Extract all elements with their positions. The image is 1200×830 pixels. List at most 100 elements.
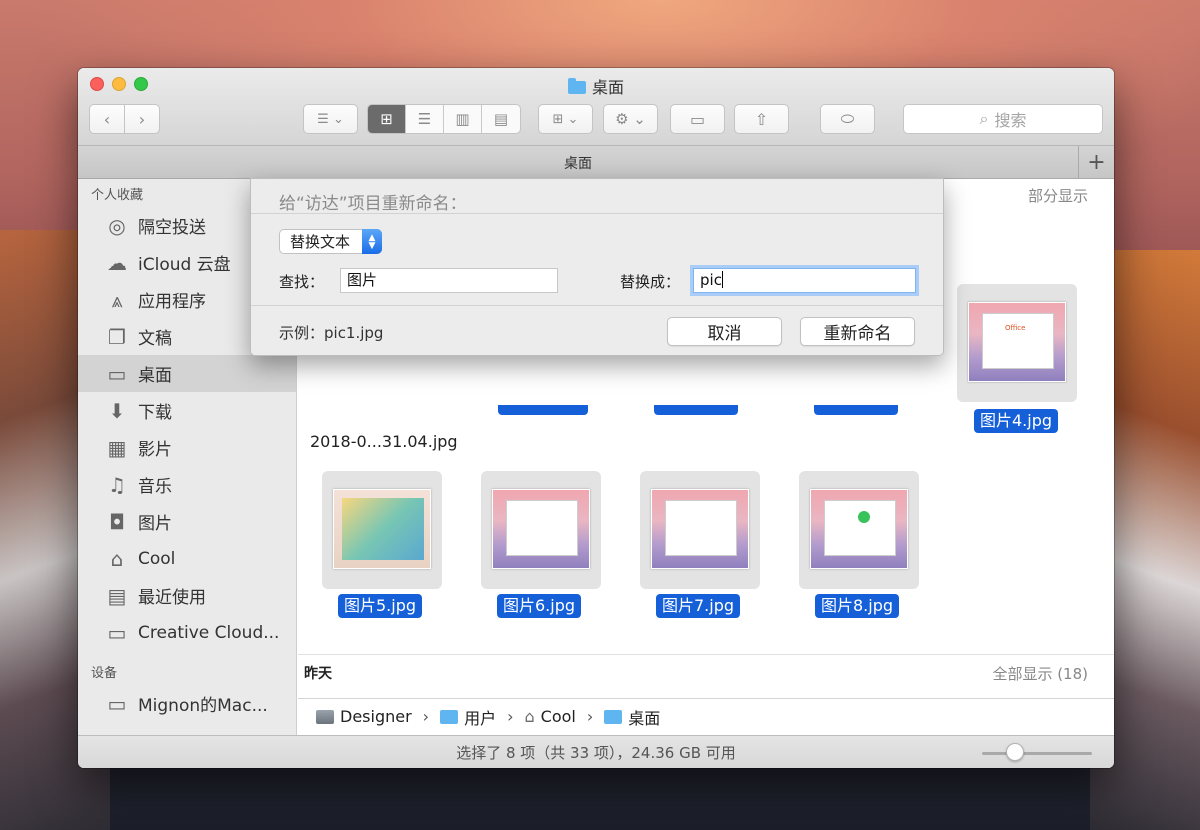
sidebar-item-mac[interactable]: ▭ Mignon的Mac... — [78, 685, 296, 722]
sidebar-item-desktop[interactable]: ▭ 桌面 — [78, 355, 296, 392]
file-label: 2018-0...31.04.jpg — [310, 432, 458, 451]
sidebar-item-label: 图片 — [138, 514, 172, 534]
tag-icon: ⬭ — [840, 109, 855, 128]
status-text: 选择了 8 项（共 33 项），24.36 GB 可用 — [456, 743, 736, 762]
gallery-view-button[interactable]: ▤ — [482, 105, 520, 133]
file-label[interactable]: 图片7.jpg — [656, 594, 741, 618]
sidebar-devices-header: 设备 — [91, 666, 118, 681]
file-preview-image — [810, 489, 908, 569]
sidebar-item-recents[interactable]: ▤ 最近使用 — [78, 577, 296, 614]
file-preview-image: Office — [968, 302, 1066, 382]
icon-size-slider[interactable] — [982, 752, 1092, 755]
replace-label: 替换成： — [620, 273, 681, 291]
path-item-cool[interactable]: ⌂ Cool — [525, 707, 576, 726]
rename-sheet: 给“访达”项目重新命名： 替换文本 ▲ ▼ 查找： 图片 替换成： pic 示例：… — [250, 178, 944, 356]
arrange-button[interactable]: ☰ ⌄ — [303, 104, 358, 134]
list-view-button[interactable]: ☰ — [406, 105, 444, 133]
rename-button[interactable]: 重新命名 — [800, 317, 915, 346]
sidebar-item-downloads[interactable]: ⬇ 下载 — [78, 392, 296, 429]
search-placeholder: 搜索 — [994, 111, 1027, 130]
file-thumbnail[interactable] — [799, 471, 919, 589]
column-view-button[interactable]: ▥ — [444, 105, 482, 133]
status-bar: 选择了 8 项（共 33 项），24.36 GB 可用 — [78, 735, 1114, 768]
preview-window — [342, 498, 424, 560]
back-icon: ‹ — [103, 109, 111, 129]
download-icon: ⬇ — [108, 398, 126, 423]
show-all-link[interactable]: 全部显示 (18) — [992, 663, 1088, 684]
sheet-divider — [251, 305, 943, 306]
file-label[interactable]: 图片6.jpg — [497, 594, 582, 618]
grid-group-icon: ⊞ ⌄ — [552, 111, 579, 127]
back-button[interactable]: ‹ — [89, 104, 125, 134]
folder-icon — [567, 78, 586, 94]
file-preview-image — [333, 489, 431, 569]
path-separator: › — [507, 707, 514, 726]
office-logo: Office — [1005, 324, 1026, 332]
file-label[interactable]: 图片5.jpg — [338, 594, 423, 618]
sidebar-item-label: Cool — [138, 548, 176, 569]
window-title: 桌面 — [78, 74, 1114, 98]
preview-window — [665, 500, 737, 556]
sidebar-item-creative-cloud[interactable]: ▭ Creative Cloud... — [78, 614, 296, 651]
view-mode-segmented: ⊞ ☰ ▥ ▤ — [367, 104, 521, 134]
folder-icon — [440, 709, 459, 724]
preview-window: Office — [982, 313, 1054, 369]
rename-example: 示例：pic1.jpg — [279, 324, 384, 342]
rename-mode-popup[interactable]: 替换文本 ▲ ▼ — [279, 229, 382, 254]
popup-arrows-icon: ▲ ▼ — [362, 229, 382, 254]
section-title: 昨天 — [304, 666, 332, 682]
music-icon: ♫ — [108, 472, 126, 497]
sidebar-item-label: 影片 — [138, 440, 172, 460]
find-field[interactable]: 图片 — [340, 268, 558, 293]
tab-desktop[interactable]: 桌面 — [78, 153, 1078, 173]
find-label: 查找： — [279, 273, 325, 291]
sidebar-item-label: 下载 — [138, 403, 172, 423]
cancel-button[interactable]: 取消 — [667, 317, 782, 346]
preview-window — [824, 500, 896, 556]
path-item-label: Cool — [540, 707, 576, 726]
window-title-text: 桌面 — [591, 78, 624, 97]
path-item-desktop[interactable]: 桌面 — [604, 705, 660, 729]
file-thumbnail[interactable] — [640, 471, 760, 589]
path-item-designer[interactable]: Designer — [316, 707, 412, 726]
forward-icon: › — [138, 109, 146, 129]
new-folder-icon: ▭ — [689, 109, 706, 129]
file-thumbnail[interactable]: Office — [957, 284, 1077, 402]
pictures-icon: ◘ — [109, 509, 125, 534]
preview-window — [506, 500, 578, 556]
documents-icon: ❐ — [108, 324, 126, 349]
sidebar-item-label: Mignon的Mac... — [138, 696, 268, 716]
file-label[interactable]: 图片4.jpg — [974, 409, 1059, 433]
sidebar-item-pictures[interactable]: ◘ 图片 — [78, 503, 296, 540]
sidebar-item-home[interactable]: ⌂ Cool — [78, 540, 296, 577]
new-tab-button[interactable]: + — [1078, 146, 1114, 178]
sidebar-item-music[interactable]: ♫ 音乐 — [78, 466, 296, 503]
section-divider — [298, 654, 1114, 655]
sidebar-item-label: Creative Cloud... — [138, 622, 280, 643]
show-less-link[interactable]: 部分显示 — [1028, 185, 1088, 206]
gear-icon: ⚙ ⌄ — [615, 110, 646, 128]
replace-field[interactable]: pic — [693, 268, 916, 293]
file-thumbnail[interactable] — [322, 471, 442, 589]
file-thumbnail[interactable] — [481, 471, 601, 589]
action-button[interactable]: ⚙ ⌄ — [603, 104, 658, 134]
path-item-label: 桌面 — [628, 708, 661, 728]
tags-button[interactable]: ⬭ — [820, 104, 875, 134]
sidebar-item-label: 桌面 — [138, 366, 172, 386]
forward-button[interactable]: › — [124, 104, 160, 134]
text-caret — [721, 271, 723, 288]
path-item-users[interactable]: 用户 — [440, 705, 496, 729]
tab-bar: 桌面 + — [78, 146, 1114, 179]
sidebar-item-movies[interactable]: ▦ 影片 — [78, 429, 296, 466]
new-folder-button[interactable]: ▭ — [670, 104, 725, 134]
path-item-label: 用户 — [464, 708, 497, 728]
file-label[interactable]: 图片8.jpg — [815, 594, 900, 618]
home-icon: ⌂ — [524, 707, 535, 726]
icon-view-button[interactable]: ⊞ — [368, 105, 406, 133]
share-button[interactable]: ⇧ — [734, 104, 789, 134]
sidebar-item-label: iCloud 云盘 — [138, 255, 231, 275]
path-item-label: Designer — [340, 707, 412, 726]
search-field[interactable]: ⌕ 搜索 — [903, 104, 1103, 134]
group-button[interactable]: ⊞ ⌄ — [538, 104, 593, 134]
slider-knob[interactable] — [1006, 743, 1024, 761]
